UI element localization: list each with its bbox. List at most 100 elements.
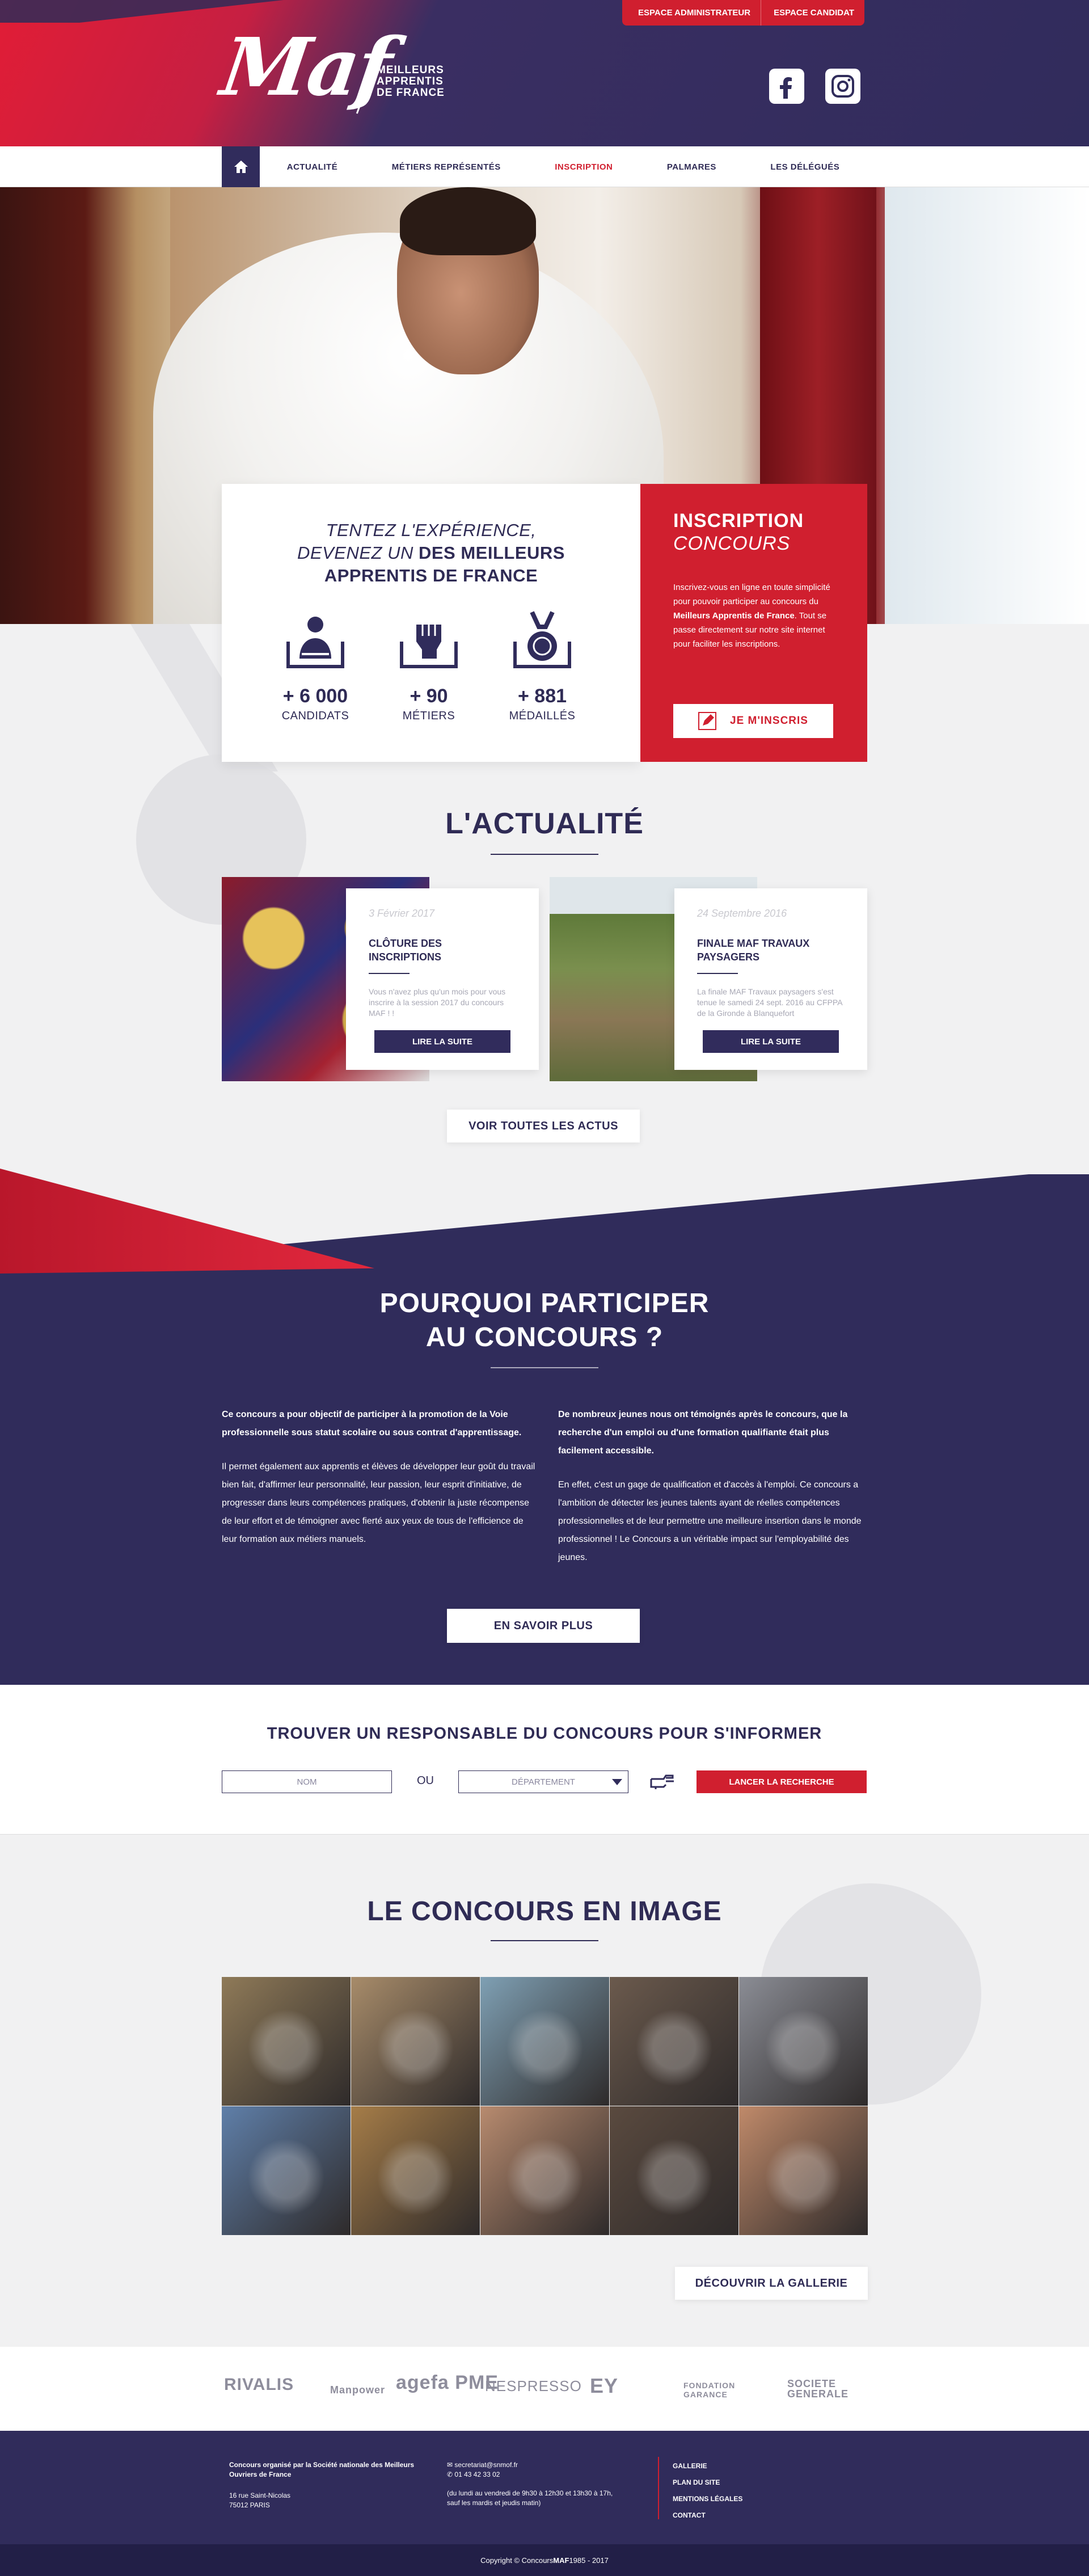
home-icon[interactable] xyxy=(222,146,260,187)
name-input[interactable]: Nom xyxy=(222,1770,392,1793)
why-right-bold: De nombreux jeunes nous ont témoignés ap… xyxy=(558,1410,848,1456)
tagline-line-3: Apprentis de France xyxy=(324,566,538,585)
footer-address: 16 rue Saint-Nicolas 75012 PARIS xyxy=(229,2491,290,2510)
why-title-underline xyxy=(491,1367,598,1368)
logo-line-1: Meilleurs xyxy=(377,64,444,76)
gallery-photo[interactable] xyxy=(222,1977,351,2106)
why-left-text: Il permet également aux apprentis et élè… xyxy=(222,1462,535,1544)
learn-more-button[interactable]: En savoir plus xyxy=(447,1609,640,1643)
why-right-column: De nombreux jeunes nous ont témoignés ap… xyxy=(558,1406,876,1567)
tagline-line-1: Tentez l'expérience, xyxy=(326,520,537,540)
read-more-button[interactable]: Lire la suite xyxy=(703,1030,839,1053)
stat-value: + 90 xyxy=(410,685,448,707)
department-select[interactable]: Département xyxy=(458,1770,628,1793)
partner-logo-agefa[interactable]: agefa PME xyxy=(396,2372,499,2394)
discover-gallery-button[interactable]: Découvrir la gallerie xyxy=(675,2267,868,2300)
stat-label: Métiers xyxy=(402,710,455,722)
news-excerpt: La finale MAF Travaux paysagers s'est te… xyxy=(697,987,842,1018)
footer-contact: ✉ secretariat@snmof.fr ✆ 01 43 42 33 02 … xyxy=(447,2460,613,2508)
gallery-photo[interactable] xyxy=(739,2106,868,2235)
candidate-space-button[interactable]: Espace candidat xyxy=(761,0,864,26)
news-excerpt: Vous n'avez plus qu'un mois pour vous in… xyxy=(369,987,506,1018)
nav-item-actualite[interactable]: Actualité xyxy=(287,162,338,172)
facebook-icon[interactable] xyxy=(769,69,804,104)
footer-org-line-2: Ouvriers de France xyxy=(229,2470,292,2478)
logo-text: Meilleurs Apprentis de France xyxy=(377,65,445,99)
all-news-button[interactable]: Voir toutes les actus xyxy=(447,1110,640,1142)
gallery-photo[interactable] xyxy=(222,2106,351,2235)
why-right-text: En effet, c'est un gage de qualification… xyxy=(558,1480,862,1562)
copyright-suffix: 1985 - 2017 xyxy=(569,2556,609,2565)
stats-card: Tentez l'expérience, devenez un des Meil… xyxy=(222,484,640,762)
nav-item-palmares[interactable]: Palmares xyxy=(667,162,716,172)
gallery-photo[interactable] xyxy=(610,1977,738,2106)
site-footer: Concours organisé par la Société nationa… xyxy=(0,2431,1089,2544)
stat-label: Candidats xyxy=(281,710,349,722)
footer-link-gallerie[interactable]: Gallerie xyxy=(673,2458,742,2474)
news-title-text: Finale MAF Travaux paysagers xyxy=(697,938,810,963)
main-nav: Actualité Métiers représentés Inscriptio… xyxy=(0,146,1089,187)
gallery-photo[interactable] xyxy=(351,2106,480,2235)
footer-phone[interactable]: ✆ 01 43 42 33 02 xyxy=(447,2470,613,2480)
inscription-heading: Inscription xyxy=(673,510,804,532)
instagram-icon[interactable] xyxy=(825,69,860,104)
register-button[interactable]: Je m'inscris xyxy=(673,704,833,738)
gallery-title: Le concours en image xyxy=(367,1896,722,1926)
footer-hours-line-2: sauf les mardis et jeudis matin) xyxy=(447,2499,541,2507)
why-title: Pourquoi participer au concours ? xyxy=(0,1287,1089,1355)
news-date: 3 Février 2017 xyxy=(369,908,435,919)
admin-space-button[interactable]: Espace administrateur xyxy=(622,0,761,26)
find-contact-title: Trouver un responsable du concours pour … xyxy=(267,1725,822,1743)
partner-logo-fondation-garance[interactable]: FONDATION GARANCE xyxy=(683,2381,752,2399)
mail-icon: ✉ xyxy=(447,2461,455,2469)
footer-link-mentions[interactable]: Mentions légales xyxy=(673,2491,742,2507)
nav-item-inscription[interactable]: Inscription xyxy=(555,162,613,172)
footer-email[interactable]: ✉ secretariat@snmof.fr xyxy=(447,2460,613,2470)
search-button[interactable]: Lancer la recherche xyxy=(697,1770,867,1793)
pointing-hand-icon xyxy=(650,1774,674,1789)
logo-line-2: Apprentis xyxy=(377,75,444,87)
gallery-photo[interactable] xyxy=(739,1977,868,2106)
news-card: 24 Septembre 2016 Finale MAF Travaux pay… xyxy=(674,888,867,1070)
header-decoration xyxy=(0,0,284,23)
hero-background xyxy=(0,187,170,624)
gallery-photo[interactable] xyxy=(610,2106,738,2235)
gallery-photo[interactable] xyxy=(480,2106,609,2235)
stat-value: + 881 xyxy=(517,685,567,707)
logo-line-3: de France xyxy=(377,87,445,99)
footer-address-line-2: 75012 PARIS xyxy=(229,2501,270,2509)
stat-label: Médaillés xyxy=(509,710,576,722)
copyright-bold: MAF xyxy=(553,2556,569,2565)
partner-logo-rivalis[interactable]: RIVALIS xyxy=(224,2375,294,2394)
partner-logo-ey[interactable]: EY xyxy=(590,2374,618,2398)
gallery-photo[interactable] xyxy=(480,1977,609,2106)
partner-logo-nespresso[interactable]: NESPRESSO xyxy=(485,2377,582,2395)
logo-word: Maf xyxy=(216,21,396,114)
department-select-label: Département xyxy=(512,1777,575,1787)
why-left-column: Ce concours a pour objectif de participe… xyxy=(222,1406,539,1549)
gallery-photo[interactable] xyxy=(351,1977,480,2106)
why-left-bold: Ce concours a pour objectif de participe… xyxy=(222,1410,522,1437)
read-more-button[interactable]: Lire la suite xyxy=(374,1030,510,1053)
news-title: L'actualité xyxy=(445,807,644,840)
partner-logo-manpower[interactable]: Manpower xyxy=(330,2384,385,2396)
nav-item-delegues[interactable]: Les délégués xyxy=(770,162,839,172)
maf-logo[interactable]: Maf Meilleurs Apprentis de France xyxy=(216,21,483,116)
stat-metiers: + 90 Métiers xyxy=(383,609,474,723)
news-title-underline xyxy=(491,854,598,855)
phone-icon: ✆ xyxy=(447,2470,455,2478)
gallery-title-underline xyxy=(491,1940,598,1941)
footer-link-plan[interactable]: Plan du site xyxy=(673,2474,742,2491)
news-divider xyxy=(369,973,410,974)
partners-strip: RIVALIS Manpower agefa PME NESPRESSO EY … xyxy=(0,2347,1089,2431)
stat-medailles: + 881 Médaillés xyxy=(497,609,588,723)
stat-candidats: + 6 000 Candidats xyxy=(270,609,361,723)
news-date: 24 Septembre 2016 xyxy=(697,908,787,919)
why-title-line-2: au concours ? xyxy=(425,1322,664,1352)
partner-logo-societe-generale[interactable]: SOCIETE GENERALE xyxy=(787,2379,867,2399)
or-label: ou xyxy=(417,1774,434,1787)
footer-link-contact[interactable]: Contact xyxy=(673,2507,742,2524)
hero-tagline: Tentez l'expérience, devenez un des Meil… xyxy=(222,519,640,587)
nav-item-metiers[interactable]: Métiers représentés xyxy=(392,162,501,172)
hero-window xyxy=(885,187,1089,624)
